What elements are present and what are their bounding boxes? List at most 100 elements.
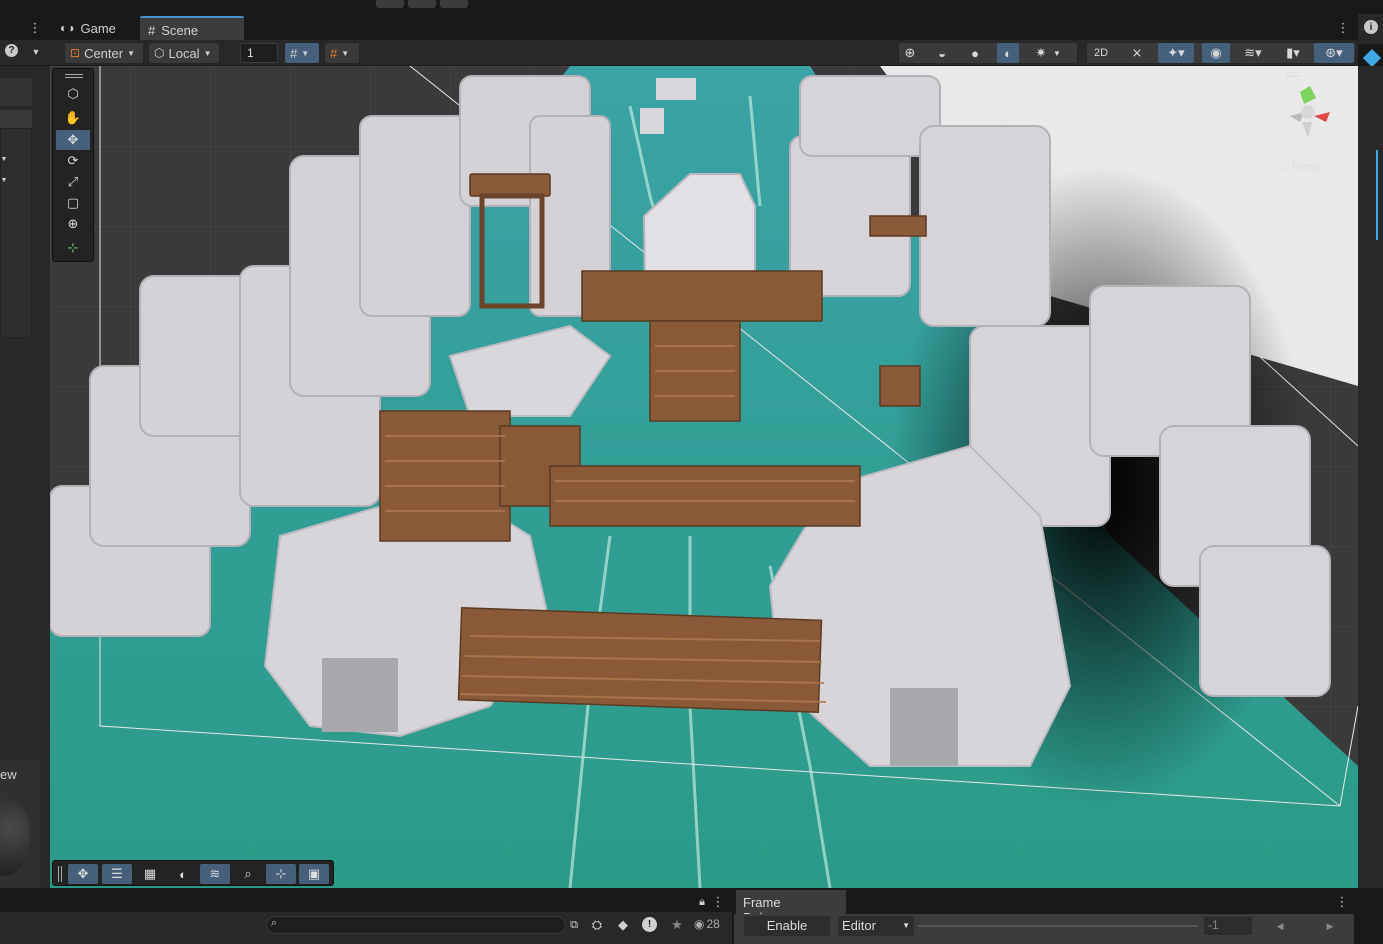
settings-overlay-icon[interactable]: ☰ <box>102 864 132 884</box>
layers-icon[interactable]: ≋▾ <box>1236 43 1270 63</box>
shading-overlay-icon[interactable]: ◐ <box>168 864 198 884</box>
grid-hash-icon: # <box>148 22 156 38</box>
transform-tool-icon[interactable]: ⊕ <box>56 214 90 234</box>
shaded-wireframe-icon[interactable]: ◒ <box>931 43 953 63</box>
step-button[interactable] <box>440 0 468 8</box>
frame-debugger-kebab-icon[interactable]: ⋮ <box>1336 894 1349 910</box>
target-dropdown[interactable]: Editor ▼ <box>838 916 914 936</box>
search-icon: ⌕ <box>271 917 278 929</box>
left-panel-item[interactable] <box>0 110 32 128</box>
enable-button[interactable]: Enable <box>744 916 830 936</box>
2d-toggle-icon[interactable]: 2D <box>1090 43 1112 63</box>
left-dropdown-icon[interactable]: ▼ <box>28 44 44 60</box>
event-slider-track[interactable] <box>918 925 1198 927</box>
camera-icon[interactable]: ▮▾ <box>1276 43 1310 63</box>
lighting-icon[interactable]: ◐ <box>997 43 1019 63</box>
tab-scene-label: Scene <box>161 22 199 38</box>
tab-game-label: Game <box>80 20 116 36</box>
scene-render <box>50 66 1358 888</box>
next-event-icon[interactable]: ▶ <box>1322 918 1338 934</box>
tab-scene[interactable]: # Scene <box>140 16 244 42</box>
play-button[interactable] <box>376 0 404 8</box>
chevron-down-icon[interactable]: ▼ <box>0 152 8 166</box>
rock-cube-left <box>322 658 398 732</box>
persp-label[interactable]: ← Persp <box>1278 161 1321 173</box>
pivot-dropdown[interactable]: ⊡ Center ▼ <box>64 42 144 64</box>
cube-icon: ⬡ <box>154 46 165 60</box>
pause-button[interactable] <box>408 0 436 8</box>
lock-icon[interactable]: 🔒︎ <box>694 894 710 910</box>
overlay-grip[interactable] <box>58 866 62 882</box>
visible-count-value: 28 <box>706 917 720 931</box>
favorite-star-icon[interactable]: ★ <box>668 916 686 934</box>
axis-gizmo-icon <box>1286 71 1330 138</box>
space-label: Local <box>168 45 200 61</box>
hand-tool-icon[interactable]: ✋ <box>56 108 90 128</box>
grid-snap-field[interactable]: 1 <box>240 43 278 63</box>
chevron-down-icon: ▼ <box>301 48 310 58</box>
debug-draw-icon[interactable]: ✷ <box>1030 43 1052 63</box>
gizmos-icon[interactable]: ⊛▾ <box>1314 43 1354 63</box>
grid-overlay-icon[interactable]: ▦ <box>135 864 165 884</box>
pivot-overlay-icon[interactable]: ⊹ <box>266 864 296 884</box>
increment-snap-toggle[interactable]: # ▼ <box>324 42 360 64</box>
search-overlay-icon[interactable]: ⌕ <box>233 864 263 884</box>
rock-cube-right <box>890 688 958 766</box>
wireframe-icon[interactable]: ⊕ <box>899 43 921 63</box>
play-controls <box>376 0 476 8</box>
grid-snap-toggle[interactable]: # ▼ <box>284 42 320 64</box>
pivot-icon: ⊡ <box>70 46 81 60</box>
type-filter-icon[interactable]: ⛭ <box>588 916 606 934</box>
chevron-down-icon: ▼ <box>341 48 350 58</box>
orientation-gizmo[interactable] <box>1270 71 1350 152</box>
increment-snap-icon: # <box>330 45 338 61</box>
pivot-label: Center <box>84 45 124 61</box>
scene-filter-icon[interactable]: ⧉ <box>566 916 582 934</box>
eye-icon: ◉ <box>694 917 705 931</box>
warning-filter-icon[interactable]: ! <box>642 917 657 932</box>
inspector-letters <box>1376 150 1383 240</box>
floating-block <box>640 108 664 134</box>
layers-overlay-icon[interactable]: ≋ <box>200 864 230 884</box>
frame-debugger-tab[interactable]: Frame Debugger <box>736 890 846 925</box>
chevron-down-icon[interactable]: ▼ <box>1050 43 1064 63</box>
view-tool-icon[interactable]: ⬡ <box>56 84 90 104</box>
inspector-cube-icon <box>1362 48 1382 68</box>
hierarchy-kebab-icon[interactable]: ⋮ <box>712 894 725 910</box>
visible-count[interactable]: ◉ 28 <box>694 917 720 931</box>
visibility-icon[interactable]: ◉ <box>1202 43 1230 63</box>
left-panel-strip <box>0 78 32 106</box>
help-icon[interactable]: ? <box>5 44 18 57</box>
target-value: Editor <box>842 918 876 933</box>
palette-grip[interactable] <box>65 74 83 78</box>
space-dropdown[interactable]: ⬡ Local ▼ <box>148 42 220 64</box>
tab-game[interactable]: ◐◑ Game <box>52 16 124 40</box>
rect-tool-icon[interactable]: ▢ <box>56 193 90 213</box>
custom-tool-icon[interactable]: ⊹ <box>56 238 90 258</box>
floating-block <box>656 78 696 100</box>
left-kebab-icon[interactable]: ⋮ <box>28 18 42 38</box>
event-index-field[interactable]: -1 <box>1204 917 1252 935</box>
label-filter-icon[interactable]: ◆ <box>614 916 632 934</box>
effects-icon[interactable]: ✦▾ <box>1158 43 1194 63</box>
audio-mute-icon[interactable]: ⨯ <box>1126 43 1148 63</box>
rotate-tool-icon[interactable]: ⟳ <box>56 151 90 171</box>
scene-viewport[interactable]: ← Persp ⬡ ✋ ✥ ⟳ ⤢ ▢ ⊕ ⊹ <box>50 66 1358 888</box>
shaded-icon[interactable]: ● <box>964 43 986 63</box>
title-bar <box>0 0 1383 14</box>
chevron-down-icon: ▼ <box>127 48 136 58</box>
scale-tool-icon[interactable]: ⤢ <box>56 172 90 192</box>
prev-event-icon[interactable]: ◀ <box>1272 918 1288 934</box>
scene-kebab-icon[interactable]: ⋮ <box>1336 18 1350 38</box>
chevron-down-icon: ▼ <box>902 921 910 930</box>
move-overlay-icon[interactable]: ✥ <box>68 864 98 884</box>
left-panel-cut-text: ew <box>0 767 17 782</box>
grid-snap-icon: # <box>290 45 298 61</box>
search-field[interactable]: ⌕ <box>266 916 566 934</box>
chevron-down-icon[interactable]: ▼ <box>0 173 8 187</box>
camera-overlay-icon[interactable]: ▣ <box>299 864 329 884</box>
gamepad-icon: ◐◑ <box>60 21 75 35</box>
info-icon[interactable]: i <box>1364 20 1378 34</box>
move-tool-icon[interactable]: ✥ <box>56 130 90 150</box>
chevron-down-icon: ▼ <box>203 48 212 58</box>
